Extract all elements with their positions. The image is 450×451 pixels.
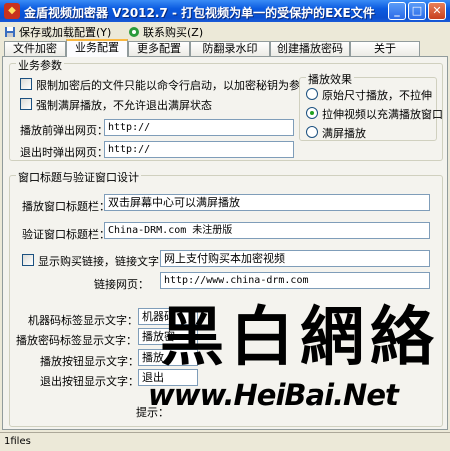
menu-contact[interactable]: 联系购买(Z): [128, 24, 203, 40]
watermark-char: 絡: [370, 300, 434, 375]
effect-stretch-label: 拉伸视频以充满播放窗口: [322, 108, 443, 121]
effect-original-radio[interactable]: [306, 88, 318, 100]
window-design-title: 窗口标题与验证窗口设计: [16, 169, 141, 185]
link-page-input[interactable]: http://www.china-drm.com: [160, 272, 430, 289]
restrict-cmd-label: 限制加密后的文件只能以命令行启动，以加密秘钥为参数启动: [36, 79, 333, 92]
business-params-title: 业务参数: [16, 57, 64, 73]
tab-more-config[interactable]: 更多配置: [128, 41, 190, 56]
play-effect-group: 播放效果 原始尺寸播放，不拉伸 拉伸视频以充满播放窗口 满屏播放: [299, 71, 443, 141]
menu-save-load[interactable]: 保存或加载配置(Y): [4, 24, 111, 40]
watermark-url: www.HeiBai.Net: [148, 378, 399, 412]
popup-before-label: 播放前弹出网页：: [20, 124, 108, 137]
restrict-cmd-checkbox[interactable]: [20, 78, 32, 90]
play-btn-label: 播放按钮显示文字：: [40, 355, 139, 368]
status-text: 1files: [4, 436, 31, 447]
machine-code-label: 机器码标签显示文字：: [28, 314, 138, 327]
force-fullscreen-label: 强制满屏播放，不允许退出满屏状态: [36, 99, 212, 112]
verify-title-input[interactable]: China-DRM.com 未注册版: [104, 222, 430, 239]
minimize-button[interactable]: _: [388, 2, 406, 20]
play-pwd-label: 播放密码标签显示文字：: [16, 334, 137, 347]
tab-about[interactable]: 关于: [350, 41, 420, 56]
effect-stretch-radio[interactable]: [306, 107, 318, 119]
menu-contact-label: 联系购买(Z): [143, 26, 204, 39]
tab-create-play-password[interactable]: 创建播放密码: [270, 41, 350, 56]
show-buy-link-checkbox[interactable]: [22, 254, 34, 266]
close-button[interactable]: ✕: [428, 2, 446, 20]
tab-anti-record-watermark[interactable]: 防翻录水印: [190, 41, 270, 56]
popup-before-input[interactable]: http://: [104, 119, 294, 136]
menu-save-load-label: 保存或加载配置(Y): [19, 26, 112, 39]
tab-file-encrypt[interactable]: 文件加密: [4, 41, 66, 56]
effect-original-label: 原始尺寸播放，不拉伸: [322, 89, 432, 102]
exit-btn-label: 退出按钮显示文字：: [40, 375, 139, 388]
play-effect-title: 播放效果: [306, 71, 354, 87]
watermark-char: 網: [300, 300, 364, 375]
effect-fullscreen-radio[interactable]: [306, 126, 318, 138]
title-bar[interactable]: ◆ 金盾视频加密器 V2012.7 - 打包视频为单一的受保护的EXE文件 _ …: [0, 0, 450, 22]
play-title-input[interactable]: 双击屏幕中心可以满屏播放: [104, 194, 430, 211]
status-bar: 1files: [0, 432, 450, 451]
menu-bar: 保存或加载配置(Y) 联系购买(Z): [0, 22, 450, 40]
play-title-label: 播放窗口标题栏：: [22, 200, 110, 213]
tab-business-config[interactable]: 业务配置: [66, 39, 128, 57]
window-title: 金盾视频加密器 V2012.7 - 打包视频为单一的受保护的EXE文件: [24, 6, 375, 20]
buy-link-text-input[interactable]: 网上支付购买本加密视频: [160, 250, 430, 267]
popup-exit-label: 退出时弹出网页：: [20, 146, 108, 159]
contact-icon: [129, 27, 139, 37]
save-icon: [5, 27, 15, 37]
tab-strip: 文件加密 业务配置 更多配置 防翻录水印 创建播放密码 关于: [0, 39, 450, 57]
shield-icon: ◆: [4, 3, 20, 19]
show-buy-link-label: 显示购买链接，链接文字：: [38, 255, 170, 268]
verify-title-label: 验证窗口标题栏：: [22, 228, 110, 241]
link-page-label: 链接网页：: [94, 278, 149, 291]
maximize-button[interactable]: □: [408, 2, 426, 20]
popup-exit-input[interactable]: http://: [104, 141, 294, 158]
watermark-logo: 黑 白 網 絡: [160, 298, 450, 378]
effect-fullscreen-label: 满屏播放: [322, 127, 366, 140]
force-fullscreen-checkbox[interactable]: [20, 98, 32, 110]
watermark-char: 黑: [160, 300, 224, 375]
watermark-char: 白: [230, 300, 294, 375]
